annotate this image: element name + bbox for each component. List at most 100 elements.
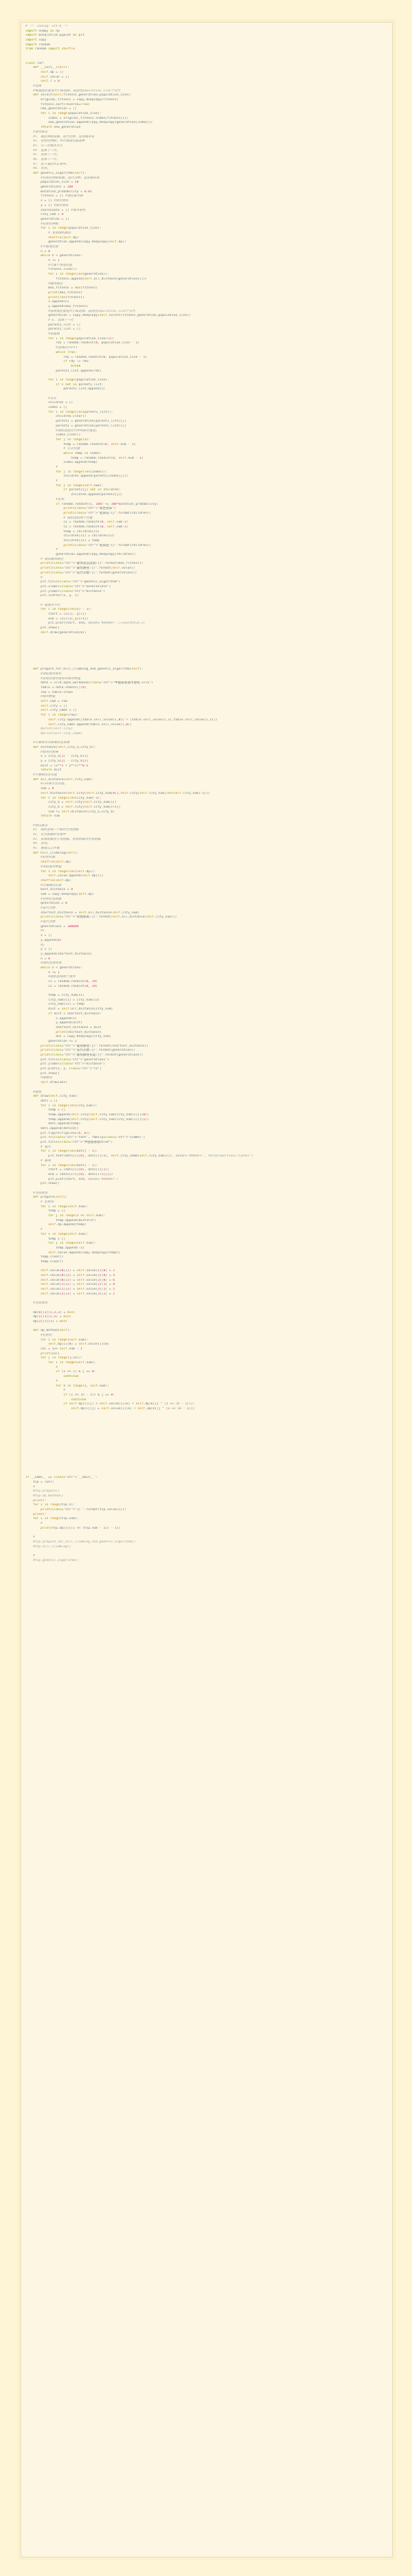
code-line[interactable]: self.value.append(copy.deepcopy(temp)): [25, 1251, 388, 1256]
code-line[interactable]: for k in range(1, self.num):: [25, 1384, 388, 1389]
code-line[interactable]: index.append(temp): [25, 461, 388, 466]
code-line[interactable]: [25, 1086, 388, 1091]
code-line[interactable]: self.distance(self.city[self.city_num[0]…: [25, 792, 388, 797]
code-line[interactable]: end = (x[i+1],y[i+1]): [25, 617, 388, 622]
code-line[interactable]: #4. 否则，: [25, 842, 388, 847]
code-line[interactable]: parent1 = generation[parent1_list[i]]: [25, 420, 388, 424]
code-line[interactable]: self.value[0][2] = self.value[2][0] = 4: [25, 1274, 388, 1279]
code-line[interactable]: generation += 1: [25, 1040, 388, 1045]
code-line[interactable]: generation = copy.deepcopy(self.select(f…: [25, 314, 388, 319]
code-line[interactable]: shuffle(self.dp): [25, 236, 388, 241]
code-line[interactable]: rdx = random.randint(0, population_size …: [25, 341, 388, 346]
code-line[interactable]: #: [25, 1536, 388, 1540]
code-line[interactable]: if rdy != rdx:: [25, 360, 388, 365]
code-line[interactable]: #遗传算法: [25, 130, 388, 135]
code-line[interactable]: generation = 0: [25, 902, 388, 907]
code-line[interactable]: if (1 << (k - 1)) & j == 0:: [25, 1393, 388, 1398]
code-line[interactable]: temp = []: [25, 1108, 388, 1113]
code-line[interactable]: #: [25, 466, 388, 470]
code-line[interactable]: index = original_fitness.index(fitness[i…: [25, 117, 388, 122]
code-line[interactable]: [25, 1453, 388, 1458]
code-line[interactable]: for j in range(3):: [25, 438, 388, 443]
code-line[interactable]: #2. 在当前解的邻域中: [25, 833, 388, 838]
code-line[interactable]: if parent2[j] not in children:: [25, 488, 388, 493]
code-line[interactable]: def __init__(self):: [25, 66, 388, 71]
code-line[interactable]: for i in range(population_size//2):: [25, 337, 388, 342]
code-line[interactable]: #读取城市坐标: [25, 672, 388, 677]
code-line[interactable]: plt.title(class="str">"generations"): [25, 1058, 388, 1063]
code-line[interactable]: best_distance = 0: [25, 888, 388, 893]
code-line[interactable]: def hill_climbing(self):: [25, 852, 388, 856]
code-line[interactable]: [25, 640, 388, 645]
code-line[interactable]: [25, 1549, 388, 1554]
code-line[interactable]: #初始化当前解: [25, 898, 388, 902]
code-line[interactable]: temp.append(self.city[self.city_num[city…: [25, 1118, 388, 1123]
code-line[interactable]: for i in range(tsp.n):: [25, 1503, 388, 1508]
code-line[interactable]: dots.append(temp): [25, 1122, 388, 1127]
code-line[interactable]: return new_generation: [25, 126, 388, 130]
code-line[interactable]: temp = city_num[c1]: [25, 994, 388, 999]
code-line[interactable]: # 初始化: [25, 1200, 388, 1205]
code-line[interactable]: n += 1: [25, 259, 388, 264]
code-line[interactable]: return dist: [25, 768, 388, 773]
code-line[interactable]: #城市间距离: [25, 751, 388, 755]
code-line[interactable]: [25, 1448, 388, 1453]
code-line[interactable]: #tsp.genetic_algorithm(): [25, 1559, 388, 1564]
code-line[interactable]: for i in range(self.num):: [25, 1233, 388, 1238]
code-line[interactable]: new_generation = []: [25, 107, 388, 112]
code-line[interactable]: print(max_fitness): [25, 291, 388, 296]
code-line[interactable]: print(class="str">"最优路径长度:{}".format(gen…: [25, 1053, 388, 1058]
code-line[interactable]: start = (x[i], y[i]): [25, 613, 388, 617]
code-line[interactable]: plt.title(class="str">"中国省会城市TSP"): [25, 1141, 388, 1145]
code-line[interactable]: temp = random.randint(0, self.num - 1): [25, 443, 388, 448]
code-line[interactable]: for i in range(len(city_num)):: [25, 1104, 388, 1109]
code-line[interactable]: print(": [25, 1499, 388, 1504]
code-line[interactable]: print(col): [25, 1352, 388, 1357]
code-line[interactable]: import random: [25, 43, 388, 48]
code-line[interactable]: self.value[0][3] = self.value[3][0] = 6: [25, 1279, 388, 1284]
code-line[interactable]: [25, 1467, 388, 1472]
code-line[interactable]: temp = []: [25, 1238, 388, 1242]
code-line[interactable]: for i in range(self.num):: [25, 1205, 388, 1210]
code-line[interactable]: #计算个体适应度: [25, 264, 388, 269]
code-line[interactable]: #x: [25, 929, 388, 934]
code-line[interactable]: temp = random.randint(0, self.num - 1): [25, 457, 388, 461]
code-line[interactable]: import matplotlib.pyplot as plt: [25, 34, 388, 38]
code-line[interactable]: #5. 选择下一代，: [25, 153, 388, 158]
code-line[interactable]: [25, 1187, 388, 1192]
code-line[interactable]: for j in range(self.num):: [25, 1242, 388, 1246]
code-line[interactable]: print(tsp.dp[i][(1 << (tsp.num - 1)) - 1…: [25, 1527, 388, 1531]
code-line[interactable]: [25, 1444, 388, 1448]
code-line[interactable]: for j in range(1,col):: [25, 1356, 388, 1361]
code-line[interactable]: plt.plot(x, y, class="str">"ro"): [25, 1067, 388, 1072]
code-line[interactable]: # 随机选取两个位置: [25, 516, 388, 521]
code-line[interactable]: self.city_name.append(table.cell_value(i…: [25, 723, 388, 728]
code-line[interactable]: print(class="str">"{} ".format(tsp.value…: [25, 1508, 388, 1513]
code-line[interactable]: [25, 1472, 388, 1477]
code-line[interactable]: [25, 1306, 388, 1311]
code-line[interactable]: while True:: [25, 351, 388, 356]
code-line[interactable]: self.city.append([table.cell_value(i,0)]…: [25, 718, 388, 723]
code-line[interactable]: y.append(shortest_distance): [25, 953, 388, 957]
code-line[interactable]: #按照适应度值大小来选择，返回在population_size个父代: [25, 310, 388, 315]
code-line[interactable]: for i in range(tsp.num):: [25, 1517, 388, 1522]
code-line[interactable]: def select(self,fitness,generation,popul…: [25, 93, 388, 98]
code-line[interactable]: index = []: [25, 406, 388, 411]
code-line[interactable]: if dist < shortest_distance:: [25, 1012, 388, 1017]
code-line[interactable]: shuffle(self.dp): [25, 879, 388, 884]
code-line[interactable]: children[c2] = temp: [25, 539, 388, 544]
code-line[interactable]: y.append(0): [25, 939, 388, 944]
code-line[interactable]: #初始化种群: [25, 223, 388, 227]
code-line[interactable]: #计算路径总长度: [25, 773, 388, 778]
code-line[interactable]: y = city_a[2] - city_b[2]: [25, 760, 388, 764]
code-line[interactable]: index.clear(): [25, 433, 388, 438]
code-line[interactable]: dist = self.all_distance(city_num): [25, 1007, 388, 1012]
code-line[interactable]: #y: [25, 944, 388, 948]
code-line[interactable]: print(class="str">"变异前:{}".format(childr…: [25, 512, 388, 516]
code-line[interactable]: shortest_distance = self.all_distance(se…: [25, 911, 388, 916]
code-line[interactable]: [25, 654, 388, 659]
code-line[interactable]: self.num = row: [25, 700, 388, 705]
code-line[interactable]: #根据适应度值大小来选择，返回在population_size个父代: [25, 89, 388, 94]
code-line[interactable]: temp.append(0x3f3f3f): [25, 1219, 388, 1224]
code-line[interactable]: temp = []: [25, 1209, 388, 1214]
